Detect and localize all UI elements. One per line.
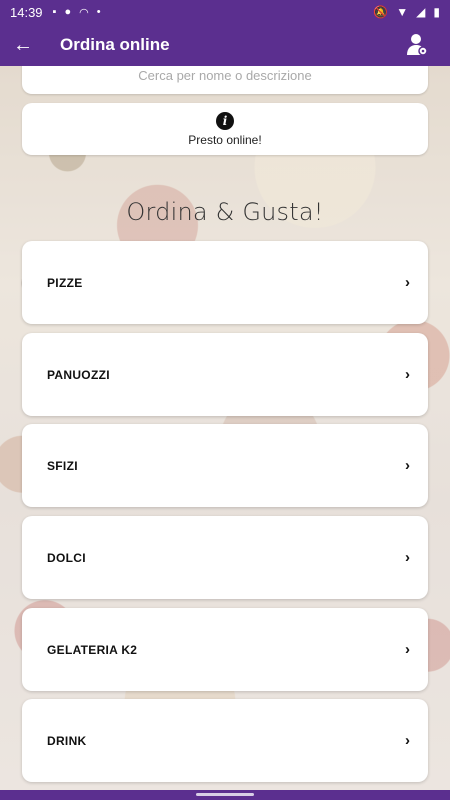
status-bar: 14:39 ▪ ● ◠ • 🔕 ▼ ◢ ▮ — [0, 0, 450, 24]
cast-icon: ◠ — [79, 6, 89, 19]
category-sfizi[interactable]: SFIZI › — [22, 424, 428, 507]
notice-card: i Presto online! — [22, 103, 428, 155]
back-button[interactable]: ← — [0, 24, 46, 66]
chevron-right-icon: › — [405, 549, 410, 566]
app-bar: ← Ordina online — [0, 24, 450, 66]
search-input[interactable]: Cerca per nome o descrizione — [22, 66, 428, 94]
category-drink[interactable]: DRINK › — [22, 699, 428, 782]
user-settings-icon — [407, 34, 428, 56]
chevron-right-icon: › — [405, 732, 410, 749]
info-icon: i — [216, 111, 234, 130]
status-time: 14:39 — [10, 4, 43, 20]
chevron-right-icon: › — [405, 457, 410, 474]
dot-icon: • — [96, 6, 101, 18]
category-label: SFIZI — [47, 458, 78, 473]
chevron-right-icon: › — [405, 366, 410, 383]
arrow-back-icon: ← — [13, 33, 33, 56]
battery-icon: ▮ — [433, 5, 440, 19]
category-label: DOLCI — [47, 550, 86, 565]
circle-icon: ● — [64, 6, 72, 18]
category-panuozzi[interactable]: PANUOZZI › — [22, 333, 428, 416]
category-gelateria-k2[interactable]: GELATERIA K2 › — [22, 608, 428, 691]
page-title: Ordina online — [60, 35, 170, 54]
user-settings-button[interactable] — [396, 24, 438, 66]
chevron-right-icon: › — [405, 274, 410, 291]
category-label: PIZZE — [47, 275, 83, 290]
dnd-off-icon: 🔕 — [373, 5, 389, 19]
signal-icon: ◢ — [416, 5, 426, 19]
wifi-icon: ▼ — [396, 5, 409, 19]
home-gesture-handle[interactable] — [196, 793, 254, 796]
menu-content[interactable]: Cerca per nome o descrizione i Presto on… — [0, 66, 450, 790]
category-label: DRINK — [47, 733, 87, 748]
search-placeholder: Cerca per nome o descrizione — [138, 67, 312, 83]
category-label: PANUOZZI — [47, 367, 110, 382]
notice-text: Presto online! — [188, 132, 262, 147]
headline: Ordina & Gusta! — [126, 198, 324, 226]
category-dolci[interactable]: DOLCI › — [22, 516, 428, 599]
chevron-right-icon: › — [405, 641, 410, 658]
category-label: GELATERIA K2 — [47, 642, 138, 657]
small-app-icon: ▪ — [52, 6, 57, 18]
category-pizze[interactable]: PIZZE › — [22, 241, 428, 324]
